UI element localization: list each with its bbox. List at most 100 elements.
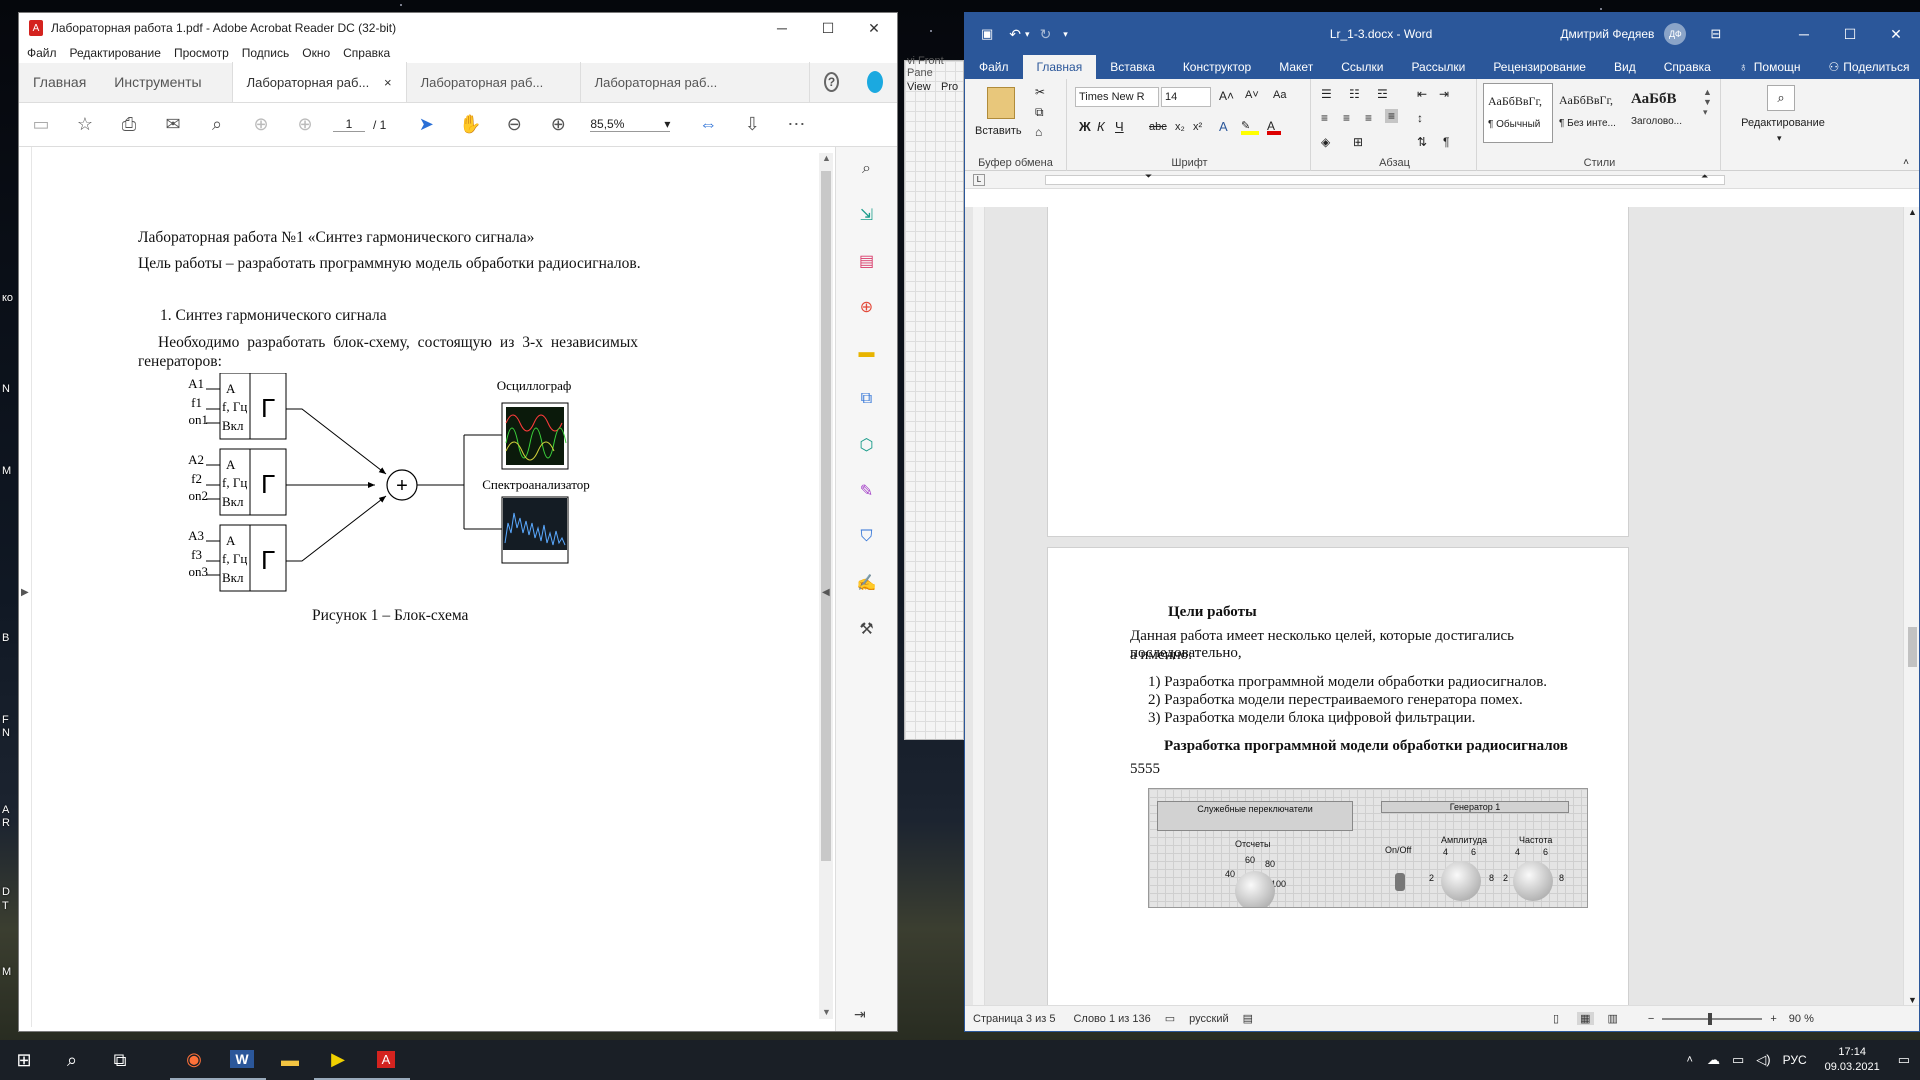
firefox-icon[interactable]: ◉ — [170, 1040, 218, 1080]
tell-me-box[interactable]: ♁ Помощн — [1725, 55, 1815, 79]
start-windows-icon[interactable]: ⊞ — [0, 1040, 48, 1080]
task-view-icon[interactable]: ⧉ — [96, 1040, 144, 1080]
web-layout-icon[interactable]: ▥ — [1608, 1012, 1618, 1025]
hand-tool-icon[interactable]: ✋ — [448, 114, 492, 135]
justify-icon[interactable]: ≡ — [1385, 109, 1399, 123]
save-icon[interactable]: ▭ — [19, 114, 63, 135]
maximize-button[interactable]: ☐ — [1827, 13, 1873, 55]
menu-file[interactable]: Файл — [27, 46, 57, 60]
show-marks-icon[interactable]: ¶ — [1443, 135, 1449, 149]
desktop-icon-label[interactable]: D — [2, 886, 10, 898]
zoom-level-dropdown[interactable]: 85,5% ▾ — [590, 117, 671, 132]
undo-icon[interactable]: ↶ — [1009, 26, 1021, 43]
collapse-panel-icon[interactable]: ◀ — [822, 587, 830, 598]
maximize-button[interactable]: ☐ — [805, 13, 851, 43]
menu-window[interactable]: Окно — [302, 46, 330, 60]
page-number-input[interactable]: 1 — [333, 117, 365, 132]
sign-icon[interactable]: ✍ — [853, 571, 881, 595]
onoff-toggle[interactable] — [1395, 873, 1405, 891]
highlight-icon[interactable]: ✎ — [1241, 119, 1259, 135]
borders-icon[interactable]: ⊞ — [1353, 135, 1363, 149]
font-color-icon[interactable]: A — [1267, 119, 1281, 135]
acrobat-icon[interactable]: A — [362, 1040, 410, 1080]
desktop-icon-label[interactable]: M — [2, 966, 11, 978]
redo-icon[interactable]: ↻ — [1040, 26, 1052, 43]
decrease-indent-icon[interactable]: ⇤ — [1417, 87, 1427, 101]
desktop-icon-label[interactable]: М — [2, 465, 11, 477]
grow-font-icon[interactable]: A˄ — [1219, 89, 1234, 103]
scroll-down-icon[interactable]: ▼ — [822, 1007, 831, 1017]
language[interactable]: русский — [1189, 1013, 1228, 1025]
tab-review[interactable]: Рецензирование — [1479, 55, 1600, 79]
menu-help[interactable]: Справка — [343, 46, 390, 60]
minimize-button[interactable]: ─ — [759, 13, 805, 43]
tab-references[interactable]: Ссылки — [1327, 55, 1397, 79]
style-no-spacing[interactable]: АаБбВвГг, ¶ Без инте... — [1555, 83, 1625, 143]
user-avatar[interactable]: ДФ — [1664, 23, 1687, 45]
desktop-icon-label[interactable]: R — [2, 817, 10, 829]
combine-files-icon[interactable]: ⧉ — [853, 387, 881, 411]
samples-knob[interactable] — [1235, 871, 1275, 907]
copy-icon[interactable]: ⧉ — [1035, 105, 1044, 120]
font-size-box[interactable]: 14 — [1161, 87, 1211, 107]
protect-icon[interactable]: ⛉ — [853, 525, 881, 549]
email-icon[interactable]: ✉ — [151, 114, 195, 135]
labview-icon[interactable]: ▶ — [314, 1040, 362, 1080]
bookmark-star-icon[interactable]: ☆ — [63, 114, 107, 135]
export-pdf-icon[interactable]: ⇲ — [853, 203, 881, 227]
menu-view[interactable]: Просмотр — [174, 46, 229, 60]
fill-sign-icon[interactable]: ✎ — [853, 479, 881, 503]
line-spacing-icon[interactable]: ↕ — [1417, 111, 1423, 125]
strikethrough-icon[interactable]: abc — [1149, 121, 1167, 133]
network-icon[interactable]: ▭ — [1732, 1052, 1744, 1068]
tab-home[interactable]: Главная — [19, 62, 100, 102]
paste-button[interactable]: Вставить — [975, 125, 1022, 137]
tab-help[interactable]: Справка — [1650, 55, 1725, 79]
align-right-icon[interactable]: ≡ — [1365, 111, 1372, 125]
cut-icon[interactable]: ✂ — [1035, 85, 1045, 99]
multilevel-list-icon[interactable]: ☲ — [1377, 87, 1388, 101]
frequency-knob[interactable] — [1513, 861, 1553, 901]
tab-document-1[interactable]: Лабораторная раб... × — [231, 62, 406, 102]
align-left-icon[interactable]: ≡ — [1321, 111, 1328, 125]
right-indent-marker-icon[interactable]: ⏶ — [1701, 171, 1708, 182]
fit-page-icon[interactable]: ⇔ — [686, 114, 730, 135]
minimize-button[interactable]: ─ — [1781, 13, 1827, 55]
create-pdf-icon[interactable]: ⊕ — [853, 295, 881, 319]
search-icon[interactable]: ⌕ — [1767, 85, 1795, 111]
compress-icon[interactable]: ⬡ — [853, 433, 881, 457]
tab-view[interactable]: Вид — [1600, 55, 1650, 79]
shrink-font-icon[interactable]: A˅ — [1245, 89, 1259, 101]
volume-icon[interactable]: ◁) — [1756, 1052, 1770, 1068]
page-count[interactable]: Страница 3 из 5 — [973, 1013, 1055, 1025]
tray-chevron-icon[interactable]: ˄ — [1687, 1054, 1693, 1066]
italic-button[interactable]: К — [1097, 119, 1105, 134]
tab-design[interactable]: Конструктор — [1169, 55, 1265, 79]
file-explorer-icon[interactable]: ▬ — [266, 1040, 314, 1080]
amplitude-knob[interactable] — [1441, 861, 1481, 901]
notifications-icon[interactable]: ▭ — [1898, 1052, 1910, 1068]
desktop-icon-label[interactable]: N — [2, 383, 10, 395]
align-center-icon[interactable]: ≡ — [1343, 111, 1350, 125]
scroll-mode-icon[interactable]: ⇩ — [730, 114, 774, 135]
save-icon[interactable]: ▣ — [981, 26, 993, 42]
scroll-thumb[interactable] — [1908, 627, 1917, 667]
paste-icon[interactable] — [987, 87, 1015, 119]
left-panel-toggle-icon[interactable]: ▶ — [21, 587, 29, 598]
account-icon[interactable] — [853, 62, 897, 102]
scroll-up-icon[interactable]: ▲ — [822, 153, 831, 163]
page-down-icon[interactable]: ⊕ — [283, 114, 327, 135]
desktop-icon-label[interactable]: F — [2, 714, 9, 726]
select-cursor-icon[interactable]: ➤ — [404, 114, 448, 135]
word-scrollbar[interactable]: ▲ ▼ — [1903, 207, 1919, 1007]
current-page[interactable]: Цели работы Данная работа имеет нескольк… — [1047, 547, 1629, 1007]
text-effects-icon[interactable]: A — [1219, 119, 1228, 134]
tab-file[interactable]: Файл — [965, 55, 1023, 79]
style-normal[interactable]: АаБбВвГг, ¶ Обычный — [1483, 83, 1553, 143]
help-icon[interactable]: ? — [809, 62, 853, 102]
ribbon-display-icon[interactable]: ⊟ — [1710, 26, 1721, 42]
comment-icon[interactable]: ▬ — [853, 341, 881, 365]
tab-document-2[interactable]: Лабораторная раб... — [405, 62, 580, 102]
shading-icon[interactable]: ◈ — [1321, 135, 1330, 149]
tab-home[interactable]: Главная — [1022, 55, 1097, 79]
